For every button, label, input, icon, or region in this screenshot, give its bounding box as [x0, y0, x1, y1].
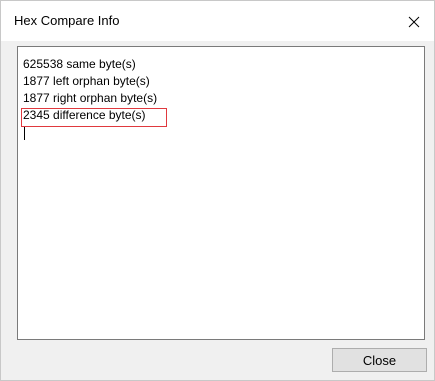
text-caret — [24, 127, 25, 140]
close-icon — [408, 16, 420, 28]
info-line-same-bytes: 625538 same byte(s) — [23, 57, 136, 71]
info-line-left-orphan-bytes: 1877 left orphan byte(s) — [23, 74, 150, 88]
window-title: Hex Compare Info — [14, 13, 120, 28]
title-bar[interactable]: Hex Compare Info — [1, 1, 434, 41]
hex-compare-info-dialog: Hex Compare Info 625538 same byte(s) 187… — [0, 0, 435, 381]
difference-highlight-box — [21, 108, 167, 127]
info-text-area[interactable]: 625538 same byte(s) 1877 left orphan byt… — [17, 46, 425, 340]
close-button[interactable]: Close — [332, 348, 427, 372]
info-line-right-orphan-bytes: 1877 right orphan byte(s) — [23, 91, 158, 105]
window-close-button[interactable] — [399, 7, 429, 37]
